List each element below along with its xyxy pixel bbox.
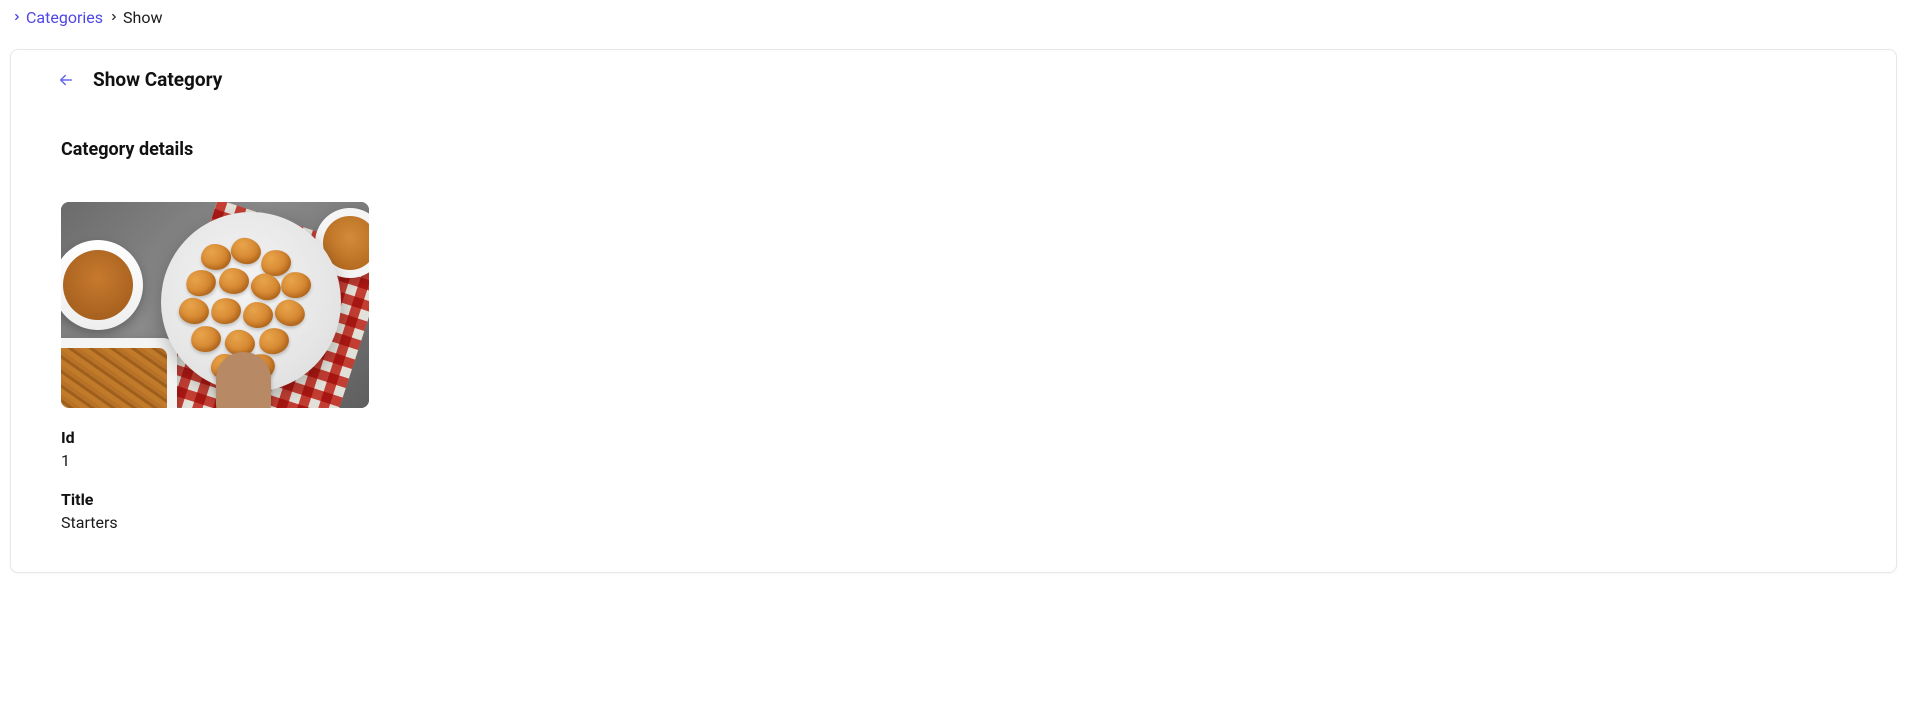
field-id: Id 1	[61, 428, 1856, 470]
card-header: Show Category	[57, 68, 1856, 91]
content-card: Show Category Category details Id 1 Titl…	[10, 49, 1897, 573]
field-title-label: Title	[61, 490, 1856, 509]
field-title-value: Starters	[61, 513, 1856, 532]
breadcrumb: Categories Show	[0, 0, 1907, 35]
section-title: Category details	[61, 139, 1856, 160]
chevron-right-icon	[12, 10, 22, 26]
page-title: Show Category	[93, 68, 222, 91]
category-image	[61, 202, 369, 408]
back-arrow-icon[interactable]	[57, 71, 75, 89]
breadcrumb-current-label: Show	[123, 8, 162, 27]
field-title: Title Starters	[61, 490, 1856, 532]
breadcrumb-link-label: Categories	[26, 8, 103, 27]
chevron-right-icon	[109, 10, 119, 26]
field-id-value: 1	[61, 451, 1856, 470]
field-id-label: Id	[61, 428, 1856, 447]
breadcrumb-link-categories[interactable]: Categories	[12, 8, 103, 27]
breadcrumb-current: Show	[109, 8, 162, 27]
